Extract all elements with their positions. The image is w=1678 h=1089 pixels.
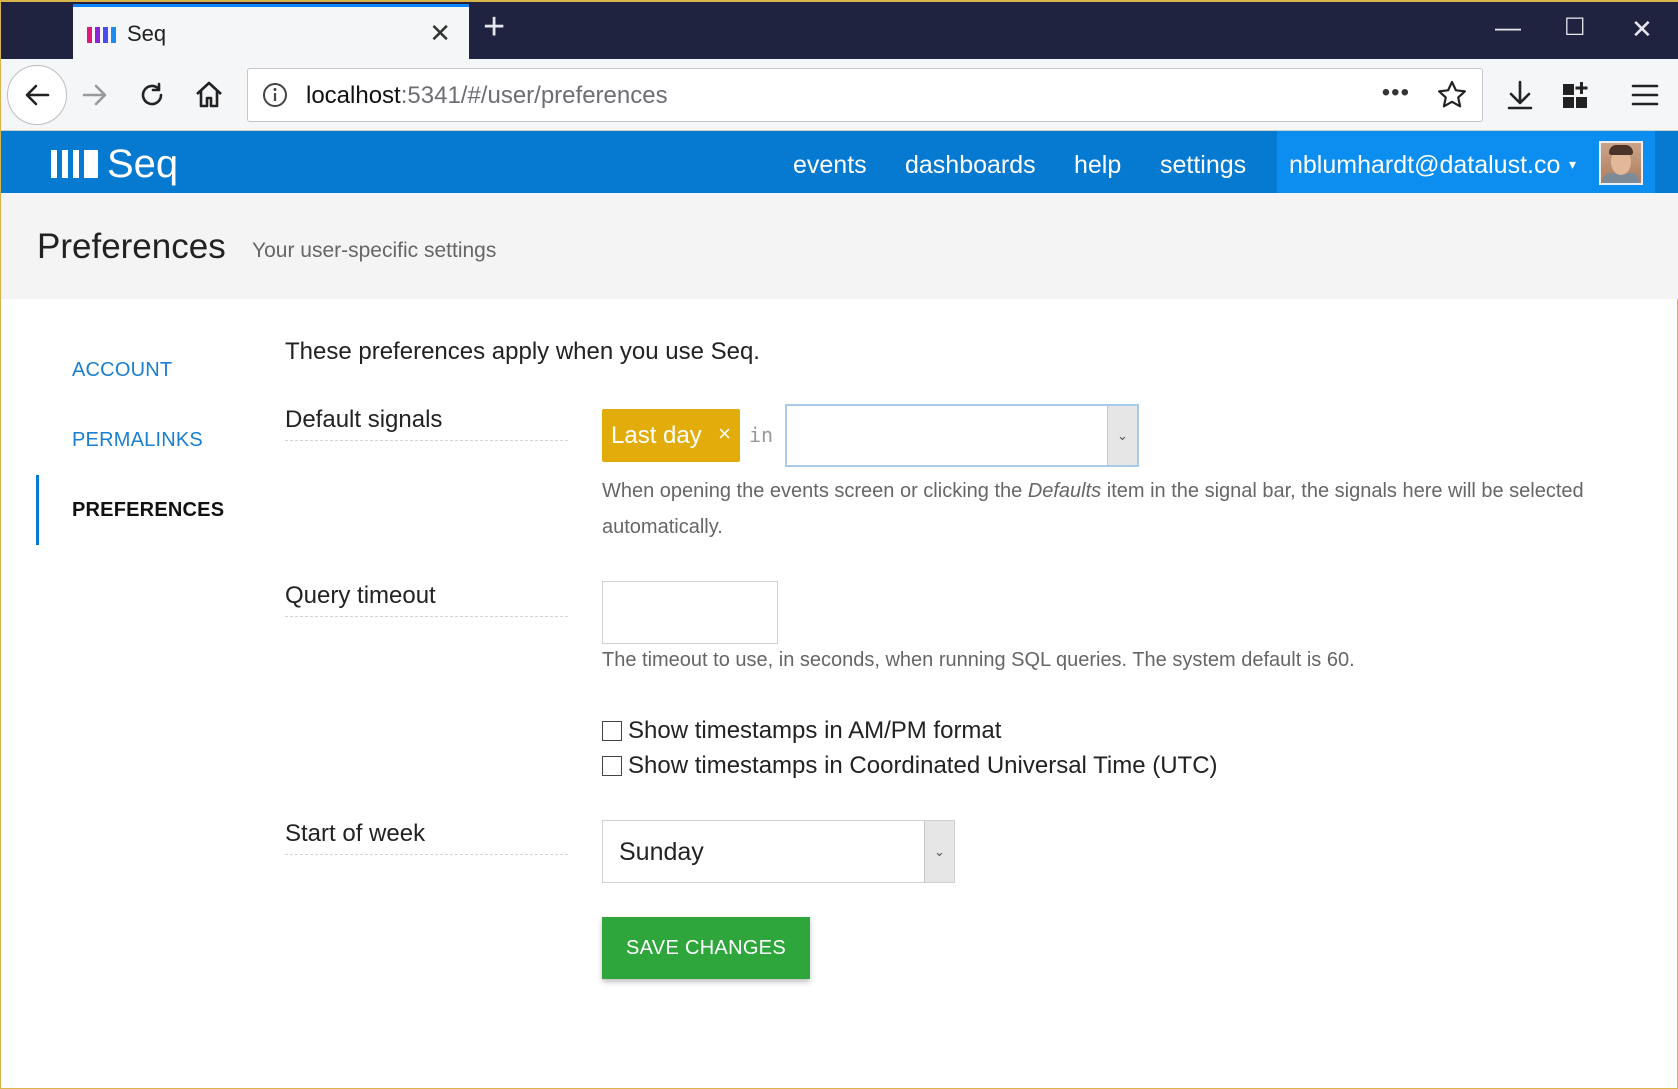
start-of-week-select[interactable]: Sunday ⌄ [602, 820, 955, 883]
page-subtitle: Your user-specific settings [252, 239, 497, 262]
seq-logo-mark [51, 150, 57, 178]
avatar[interactable] [1599, 141, 1643, 185]
home-icon [196, 81, 222, 108]
info-icon[interactable] [262, 82, 288, 113]
nav-events[interactable]: events [793, 151, 867, 180]
default-signals-label: Default signals [285, 406, 568, 441]
forward-arrow-icon [82, 84, 107, 106]
active-indicator [36, 475, 39, 545]
home-button[interactable] [187, 73, 231, 117]
seq-header: Seq events dashboards help settings nblu… [1, 131, 1678, 193]
seq-logo[interactable]: Seq [51, 144, 178, 184]
user-menu[interactable]: nblumhardt@datalust.co ▾ [1277, 131, 1655, 193]
back-button[interactable] [7, 65, 67, 125]
page-header: Preferences Your user-specific settings [1, 193, 1678, 299]
browser-title-bar: Seq ✕ + — ☐ ✕ [1, 0, 1678, 61]
sidebar-item-permalinks[interactable]: PERMALINKS [72, 429, 203, 452]
chevron-down-icon[interactable]: ⌄ [1107, 406, 1137, 465]
query-timeout-input[interactable] [602, 581, 778, 644]
seq-logo-text: Seq [107, 142, 179, 186]
address-bar[interactable]: localhost:5341/#/user/preferences ••• [247, 68, 1483, 122]
sidebar-item-account[interactable]: ACCOUNT [72, 359, 172, 382]
browser-window: Seq ✕ + — ☐ ✕ localhost:5341/#/user/pref… [0, 0, 1678, 1089]
signal-workspace-select[interactable]: ⌄ [785, 404, 1139, 467]
save-changes-button[interactable]: SAVE CHANGES [602, 917, 810, 979]
menu-button[interactable] [1623, 73, 1667, 117]
utc-checkbox-label[interactable]: Show timestamps in Coordinated Universal… [628, 752, 1218, 780]
query-timeout-help: The timeout to use, in seconds, when run… [602, 649, 1355, 671]
utc-checkbox-row[interactable]: Show timestamps in Coordinated Universal… [602, 752, 1218, 780]
url-path: :5341/#/user/preferences [400, 82, 668, 109]
reload-icon [141, 82, 163, 106]
ampm-checkbox-label[interactable]: Show timestamps in AM/PM format [628, 717, 1001, 745]
user-menu-caret-icon: ▾ [1569, 156, 1577, 172]
default-signals-help: When opening the events screen or clicki… [602, 480, 1584, 538]
chevron-down-icon[interactable]: ⌄ [924, 821, 954, 882]
defaults-emphasis: Defaults [1027, 480, 1102, 502]
page-title: Preferences [37, 227, 226, 266]
url-host: localhost [306, 82, 401, 109]
url-text[interactable]: localhost:5341/#/user/preferences [306, 82, 668, 110]
downloads-button[interactable] [1498, 73, 1542, 117]
page-actions-icon[interactable]: ••• [1382, 79, 1410, 107]
remove-signal-icon[interactable]: × [718, 421, 731, 447]
nav-dashboards[interactable]: dashboards [905, 151, 1036, 180]
hamburger-menu-icon [1631, 84, 1659, 106]
extensions-icon [1563, 82, 1588, 108]
browser-tab-seq[interactable]: Seq ✕ [73, 4, 469, 61]
tab-title: Seq [127, 21, 167, 46]
tab-close-icon[interactable]: ✕ [429, 18, 451, 49]
query-timeout-label: Query timeout [285, 582, 568, 617]
seq-favicon-icon [87, 27, 116, 43]
nav-settings[interactable]: settings [1160, 151, 1246, 180]
new-tab-icon[interactable]: + [483, 8, 505, 46]
extensions-button[interactable] [1554, 73, 1598, 117]
start-of-week-label: Start of week [285, 820, 568, 855]
signal-chip-last-day[interactable]: Last day × [602, 409, 740, 462]
user-email: nblumhardt@datalust.co [1289, 151, 1561, 179]
minimize-icon[interactable]: — [1495, 14, 1521, 40]
ampm-checkbox[interactable] [602, 721, 622, 741]
bookmark-star-icon[interactable] [1436, 79, 1468, 116]
signal-chip-label: Last day [611, 422, 702, 449]
back-arrow-icon [25, 84, 50, 106]
start-of-week-value: Sunday [619, 838, 704, 866]
download-icon [1507, 80, 1533, 110]
nav-help[interactable]: help [1074, 151, 1121, 180]
signal-in-label: in [749, 423, 774, 447]
window-close-icon[interactable]: ✕ [1631, 16, 1653, 42]
reload-button[interactable] [130, 73, 174, 117]
sidebar-item-preferences[interactable]: PREFERENCES [72, 499, 224, 522]
utc-checkbox[interactable] [602, 756, 622, 776]
intro-text: These preferences apply when you use Seq… [285, 338, 760, 365]
maximize-icon[interactable]: ☐ [1564, 16, 1586, 40]
forward-button[interactable] [73, 73, 117, 117]
browser-nav-bar: localhost:5341/#/user/preferences ••• [1, 59, 1678, 131]
ampm-checkbox-row[interactable]: Show timestamps in AM/PM format [602, 717, 1001, 745]
